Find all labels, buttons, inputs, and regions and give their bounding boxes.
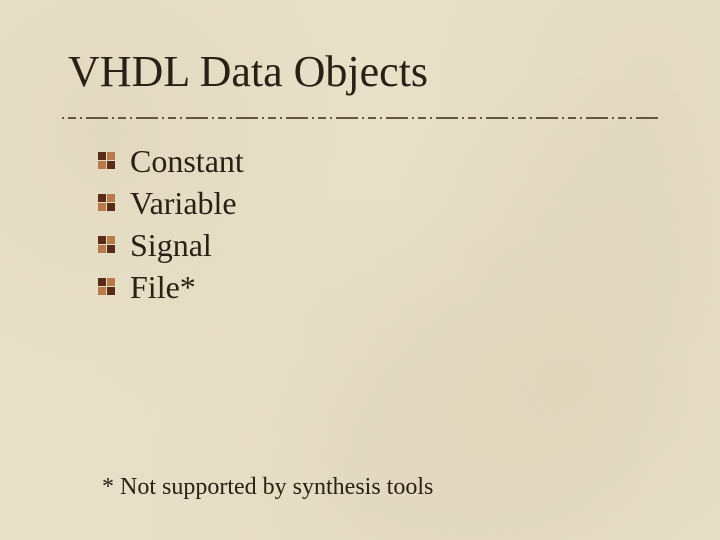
bullet-label: File* xyxy=(130,271,196,303)
divider-line-icon xyxy=(62,114,658,122)
footnote: * Not supported by synthesis tools xyxy=(102,474,433,501)
bullet-list: Constant Variable xyxy=(98,140,244,308)
list-item: Variable xyxy=(98,182,244,224)
slide: VHDL Data Objects Constant xyxy=(0,0,720,540)
bullet-label: Constant xyxy=(130,145,244,177)
bullet-icon xyxy=(98,236,116,254)
list-item: Constant xyxy=(98,140,244,182)
list-item: File* xyxy=(98,266,244,308)
bullet-icon xyxy=(98,278,116,296)
bullet-label: Variable xyxy=(130,187,237,219)
bullet-icon xyxy=(98,194,116,212)
bullet-label: Signal xyxy=(130,229,212,261)
list-item: Signal xyxy=(98,224,244,266)
divider xyxy=(62,114,658,122)
slide-title: VHDL Data Objects xyxy=(68,46,428,97)
bullet-icon xyxy=(98,152,116,170)
